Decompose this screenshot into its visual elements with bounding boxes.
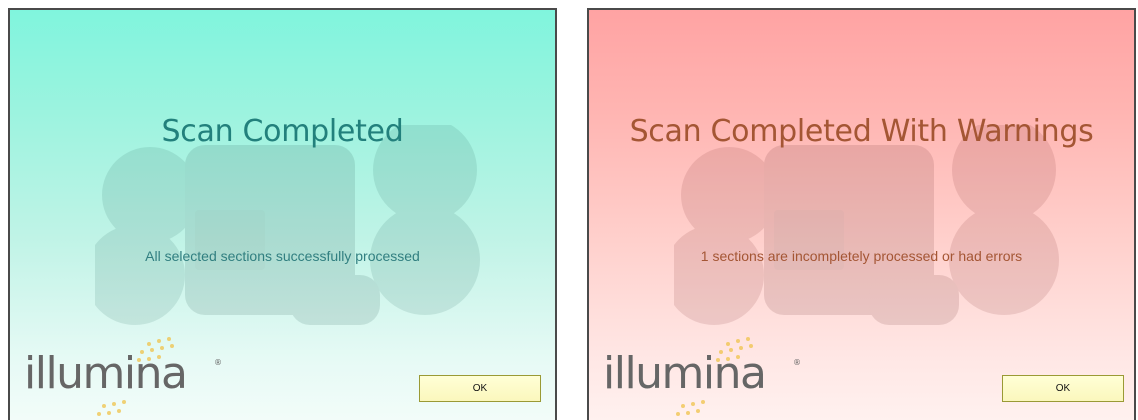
dialog-message: 1 sections are incompletely processed or… — [700, 248, 1023, 264]
dialog-title: Scan Completed — [161, 114, 404, 149]
dialog-title: Scan Completed With Warnings — [629, 114, 1094, 149]
illumina-logo: illumina ® — [24, 328, 224, 420]
logo-wordmark: illumina — [24, 348, 188, 399]
logo-wordmark: illumina — [603, 348, 767, 399]
dialog-message: All selected sections successfully proce… — [145, 248, 420, 264]
registered-mark: ® — [793, 358, 801, 367]
ok-button[interactable]: OK — [419, 375, 541, 402]
scan-completed-dialog: Scan Completed All selected sections suc… — [8, 8, 557, 420]
scanner-instrument-watermark — [674, 125, 1059, 325]
scanner-instrument-watermark — [95, 125, 480, 325]
registered-mark: ® — [214, 358, 222, 367]
illumina-logo: illumina ® — [603, 328, 803, 420]
ok-button[interactable]: OK — [1002, 375, 1124, 402]
scan-completed-with-warnings-dialog: Scan Completed With Warnings 1 sections … — [587, 8, 1136, 420]
